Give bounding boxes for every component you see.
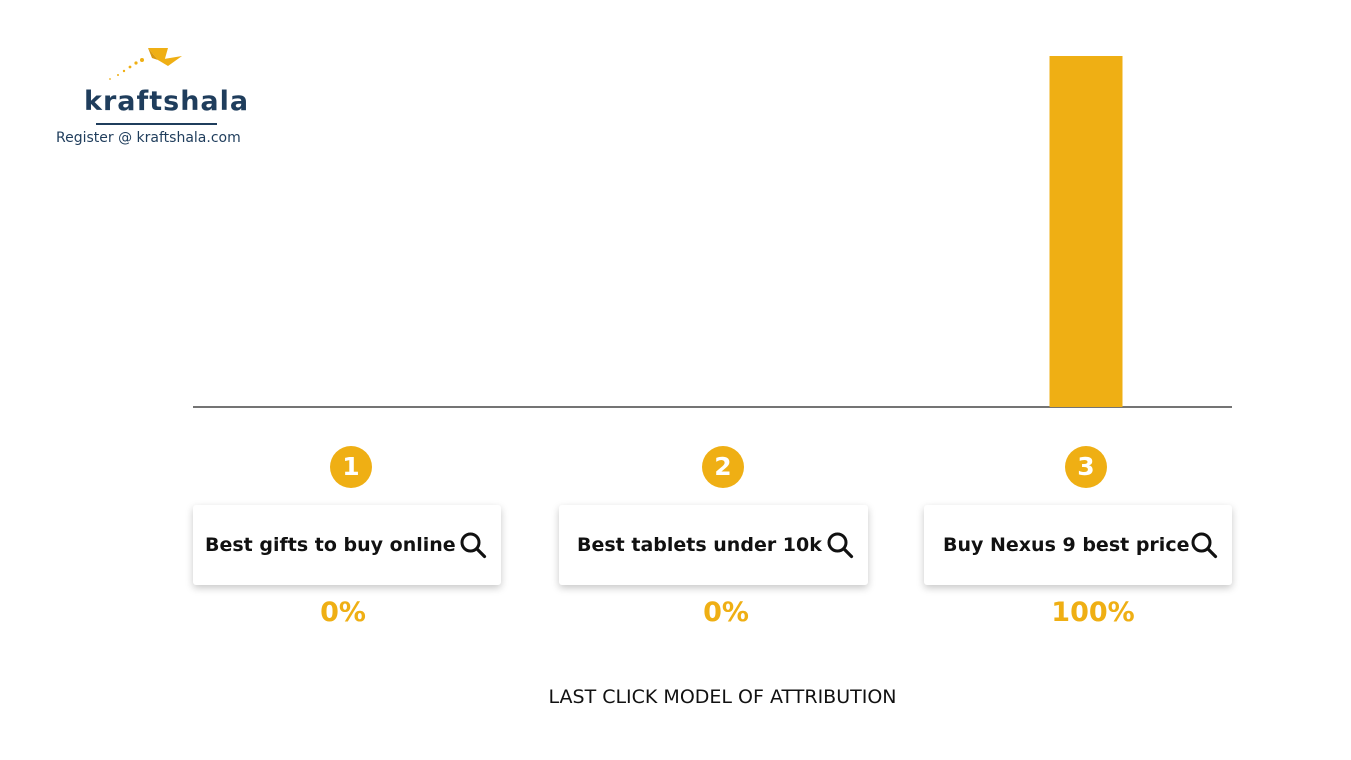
search-query-card-2: Best tablets under 10k xyxy=(559,505,868,585)
bar-3 xyxy=(1049,56,1123,407)
attribution-share-1: 0% xyxy=(320,597,366,628)
search-query-card-1: Best gifts to buy online xyxy=(193,505,501,585)
attribution-chart xyxy=(193,56,1232,408)
search-icon xyxy=(460,532,487,559)
search-query-label: Best gifts to buy online xyxy=(205,534,456,556)
attribution-share-2: 0% xyxy=(703,597,749,628)
chart-caption: LAST CLICK MODEL OF ATTRIBUTION xyxy=(548,686,897,708)
step-badge-1: 1 xyxy=(330,446,372,488)
attribution-share-3: 100% xyxy=(1051,597,1135,628)
search-icon xyxy=(1191,532,1218,559)
search-query-card-3: Buy Nexus 9 best price xyxy=(924,505,1232,585)
search-icon xyxy=(827,532,854,559)
step-badge-2: 2 xyxy=(702,446,744,488)
search-query-label: Best tablets under 10k xyxy=(577,534,822,556)
search-query-label: Buy Nexus 9 best price xyxy=(943,534,1190,556)
step-badge-3: 3 xyxy=(1065,446,1107,488)
